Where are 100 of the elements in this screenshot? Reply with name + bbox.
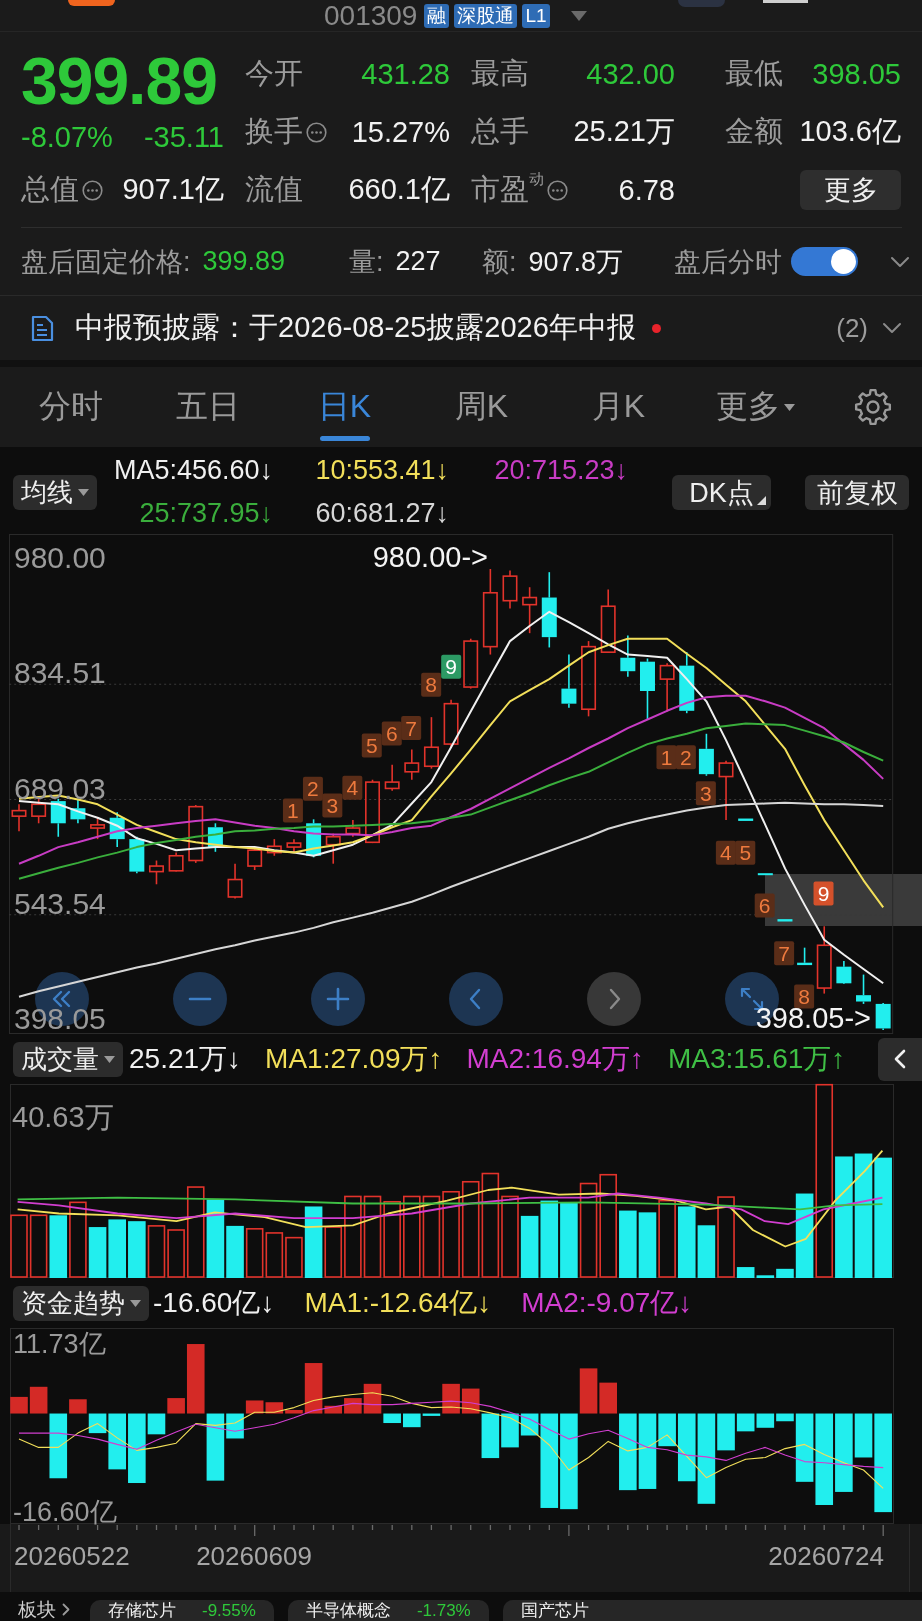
- chevron-right-icon[interactable]: [62, 1603, 70, 1616]
- stat-label: 市盈$^{动}$: [471, 170, 544, 207]
- logo-icon[interactable]: [68, 0, 115, 6]
- caret-down-icon: [104, 1055, 115, 1063]
- stat-value: 431.28: [361, 57, 450, 91]
- axis-label: 834.51: [14, 656, 106, 690]
- sequence-count-label: 2: [302, 776, 323, 801]
- stat-value: 6.78: [618, 173, 675, 207]
- market-badge: 融: [424, 3, 450, 28]
- dk-points-button[interactable]: DK点: [672, 474, 771, 510]
- axis-label: 398.05: [14, 1002, 106, 1035]
- volume-bar: [677, 1206, 696, 1278]
- volume-bar: [108, 1219, 126, 1278]
- stat-value: 398.05: [812, 57, 901, 91]
- axis-label: -16.60亿: [13, 1497, 117, 1528]
- period-tab[interactable]: 日K: [276, 367, 413, 447]
- sequence-count-label: 4: [342, 775, 363, 800]
- volume-bar: [265, 1232, 284, 1278]
- ma-value: MA2:-9.07亿↓: [521, 1286, 693, 1320]
- candlestick: [738, 818, 754, 821]
- sequence-count-label: 8: [794, 984, 815, 1009]
- sequence-count-label: 1: [656, 745, 677, 770]
- stat-label: 金额: [725, 114, 783, 149]
- candlestick: [168, 851, 184, 873]
- volume-bar: [245, 1228, 264, 1278]
- sequence-count-label: 5: [361, 733, 382, 758]
- market-badge: 深股通: [454, 3, 518, 28]
- ellipsis-circle-icon[interactable]: [82, 179, 103, 201]
- stat-value: 103.6亿: [799, 114, 901, 149]
- date-label: 20260724: [768, 1541, 884, 1571]
- caret-down-icon[interactable]: [570, 10, 587, 21]
- period-tab[interactable]: 周K: [413, 367, 550, 447]
- candlestick: [561, 653, 577, 709]
- candlestick: [777, 919, 793, 922]
- axis-label: 11.73亿: [13, 1328, 106, 1359]
- change-percent: -8.07%: [21, 120, 113, 154]
- candlestick: [679, 651, 695, 714]
- volume-bar: [619, 1210, 637, 1278]
- stat-value: 907.1亿: [122, 172, 224, 207]
- sequence-count-label: 5: [735, 840, 756, 865]
- volume-bar: [147, 1225, 166, 1278]
- ma-value: 25:737.95↓: [138, 498, 273, 529]
- ma-value: MA5:456.60↓: [112, 455, 273, 486]
- zoom-in-button[interactable]: [311, 972, 365, 1026]
- candlestick: [188, 804, 204, 864]
- last-price: 399.89: [21, 48, 218, 114]
- stat-value: 432.00: [586, 57, 675, 91]
- collapse-button[interactable]: [878, 1037, 922, 1081]
- chevron-down-icon[interactable]: [890, 255, 910, 268]
- market-badge: L1: [522, 3, 550, 28]
- stat-label: 换手: [245, 114, 303, 149]
- more-button[interactable]: 更多: [800, 170, 901, 210]
- stat-label: 流值: [245, 172, 303, 207]
- ma-value: MA1:-12.64亿↓: [304, 1286, 492, 1320]
- candlestick: [11, 803, 27, 832]
- sector-chip[interactable]: 国产芯片: [502, 1600, 922, 1621]
- after-hours-chart-label: 盘后分时: [674, 245, 782, 279]
- ellipsis-circle-icon[interactable]: [547, 179, 568, 201]
- candlestick: [227, 862, 243, 900]
- price-marker-label: 980.00->: [372, 541, 488, 573]
- date-label: 20260609: [196, 1541, 312, 1571]
- period-tab[interactable]: 五日: [139, 367, 276, 447]
- ma-value: 10:553.41↓: [314, 455, 449, 486]
- sequence-count-label: 7: [401, 716, 422, 741]
- candlestick: [404, 748, 420, 781]
- plus-icon: [326, 987, 350, 1011]
- indicator-selector[interactable]: 资金趋势: [13, 1285, 149, 1321]
- date-label: 20260522: [14, 1541, 130, 1571]
- indicator-selector[interactable]: 成交量: [13, 1041, 123, 1077]
- settings-icon[interactable]: [854, 388, 892, 426]
- volume-bar: [49, 1215, 68, 1278]
- sequence-count-label: 4: [715, 840, 736, 865]
- candlestick: [620, 634, 636, 678]
- after-hours-value: 227: [395, 246, 441, 277]
- sector-chip[interactable]: 半导体概念 -1.73%: [287, 1600, 489, 1621]
- ma-value: 60:681.27↓: [314, 498, 449, 529]
- ellipsis-circle-icon[interactable]: [306, 121, 327, 143]
- sector-label[interactable]: 板块: [18, 1596, 56, 1621]
- candlestick: [718, 759, 734, 821]
- sector-chip[interactable]: 存储芯片 -9.55%: [90, 1600, 274, 1621]
- candlestick: [286, 838, 302, 854]
- chevron-left-icon: [894, 1049, 906, 1069]
- period-tab[interactable]: 分时: [2, 367, 139, 447]
- chevron-down-icon[interactable]: [882, 322, 902, 334]
- indicator-selector[interactable]: 均线: [13, 474, 97, 510]
- sequence-count-label: 9: [813, 881, 834, 906]
- candlestick: [502, 569, 518, 610]
- candlestick: [816, 925, 832, 995]
- toggle-switch[interactable]: [791, 247, 858, 276]
- notice-text[interactable]: 中报预披露：于2026-08-25披露2026年中报: [75, 308, 636, 348]
- ma-value: MA2:16.94万↑: [466, 1042, 644, 1076]
- ma-value: 25.21万↓: [129, 1042, 242, 1076]
- scroll-left-button[interactable]: [449, 972, 503, 1026]
- price-adjust-button[interactable]: 前复权: [805, 474, 909, 510]
- sequence-count-label: 9: [441, 654, 462, 679]
- period-tab[interactable]: 月K: [550, 367, 687, 447]
- period-tab[interactable]: 更多: [687, 367, 824, 447]
- volume-bar: [638, 1212, 657, 1278]
- candlestick: [325, 832, 341, 865]
- axis-label: 40.63万: [12, 1101, 114, 1133]
